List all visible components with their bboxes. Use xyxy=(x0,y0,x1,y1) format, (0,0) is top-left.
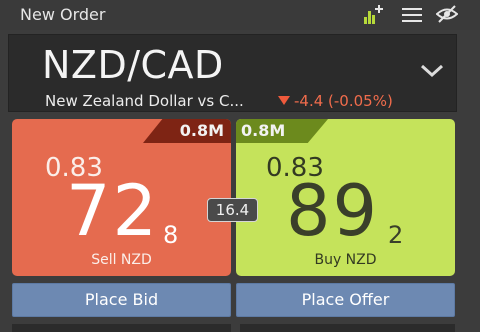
bottom-panel-left xyxy=(12,324,231,332)
place-bid-button[interactable]: Place Bid xyxy=(12,283,231,317)
bottom-panel-right xyxy=(240,324,455,332)
buy-tenth-pip: 2 xyxy=(388,221,404,249)
buy-label: Buy NZD xyxy=(314,252,377,268)
price-change: -4.4 (-0.05%) xyxy=(294,92,393,110)
sell-size: 0.8M xyxy=(179,121,224,140)
currency-pair-description: New Zealand Dollar vs C... xyxy=(45,92,244,110)
sell-pips: 72 xyxy=(66,170,160,252)
spread-badge: 16.4 xyxy=(207,198,258,222)
buy-pips: 89 xyxy=(286,170,380,252)
currency-pair-symbol: NZD/CAD xyxy=(42,43,224,87)
add-chart-icon[interactable] xyxy=(364,5,386,27)
place-offer-button[interactable]: Place Offer xyxy=(236,283,455,317)
menu-icon[interactable] xyxy=(402,8,422,22)
sell-price-tile[interactable]: 0.8M 0.83 72 8 Sell NZD xyxy=(12,119,231,276)
sell-label: Sell NZD xyxy=(91,252,152,268)
hide-icon[interactable] xyxy=(436,5,458,23)
sell-tenth-pip: 8 xyxy=(163,221,179,249)
window-title: New Order xyxy=(20,5,106,24)
buy-size: 0.8M xyxy=(241,121,286,140)
title-bar: New Order xyxy=(0,0,480,30)
instrument-selector[interactable]: NZD/CAD New Zealand Dollar vs C... -4.4 … xyxy=(8,34,457,112)
chevron-down-icon[interactable] xyxy=(420,63,444,82)
down-arrow-icon xyxy=(278,96,290,105)
buy-price-tile[interactable]: 0.8M 0.83 89 2 Buy NZD xyxy=(236,119,455,276)
